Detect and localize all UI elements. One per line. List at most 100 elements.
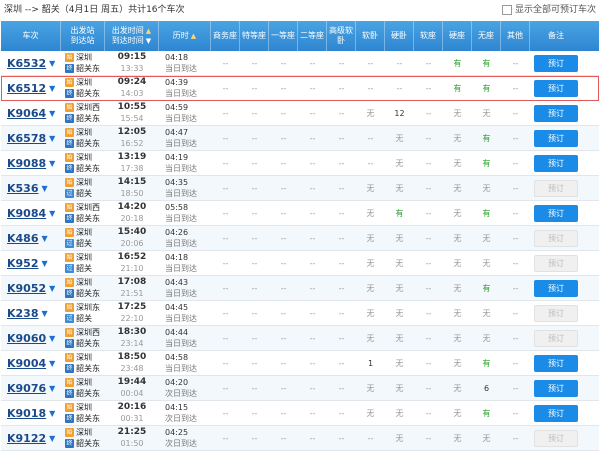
arrival-time: 21:51 xyxy=(120,289,144,298)
seat-cell: 无 xyxy=(366,333,375,343)
time-cell: 14:15 18:50 xyxy=(105,176,159,200)
seat-cell: -- xyxy=(309,433,316,443)
train-number-link[interactable]: K238 xyxy=(7,307,39,320)
seat-cell: 无 xyxy=(395,333,404,343)
chevron-down-icon[interactable]: ▼ xyxy=(42,234,48,243)
seat-cell: -- xyxy=(338,358,345,368)
seat-cell: 12 xyxy=(394,108,405,118)
chevron-down-icon[interactable]: ▼ xyxy=(49,334,55,343)
table-row[interactable]: K9018 ▼ 始 深圳 终 韶关东 20:16 00:31 04:15 次日到… xyxy=(1,401,599,426)
station-type-icon: 终 xyxy=(65,139,74,148)
train-number-link[interactable]: K536 xyxy=(7,182,39,195)
sort-down-icon[interactable]: ▼ xyxy=(146,37,151,45)
departure-time: 14:20 xyxy=(117,202,147,212)
chevron-down-icon[interactable]: ▼ xyxy=(49,59,55,68)
col-duration[interactable]: 历时 ▲ xyxy=(159,21,211,51)
table-row[interactable]: K6532 ▼ 始 深圳 终 韶关东 09:15 13:33 04:18 当日到… xyxy=(1,51,599,76)
chevron-down-icon[interactable]: ▼ xyxy=(49,284,55,293)
book-button[interactable]: 预订 xyxy=(534,404,578,422)
checkbox-icon[interactable] xyxy=(501,5,512,15)
train-number-link[interactable]: K952 xyxy=(7,257,39,270)
seat-cell: 无 xyxy=(395,133,404,143)
book-button[interactable]: 预订 xyxy=(534,129,578,147)
book-button[interactable]: 预订 xyxy=(534,204,578,222)
book-button[interactable]: 预订 xyxy=(534,54,578,72)
book-button[interactable]: 预订 xyxy=(534,229,578,247)
book-button[interactable]: 预订 xyxy=(534,429,578,447)
table-row[interactable]: K6578 ▼ 始 深圳 终 韶关东 12:05 16:52 04:47 当日到… xyxy=(1,126,599,151)
train-number-link[interactable]: K9076 xyxy=(7,382,46,395)
table-row[interactable]: K9060 ▼ 始 深圳西 终 韶关东 18:30 23:14 04:44 当日… xyxy=(1,326,599,351)
chevron-down-icon[interactable]: ▼ xyxy=(49,134,55,143)
chevron-down-icon[interactable]: ▼ xyxy=(42,259,48,268)
train-number-link[interactable]: K9064 xyxy=(7,107,46,120)
departure-station: 始 深圳 xyxy=(65,53,92,62)
chevron-down-icon[interactable]: ▼ xyxy=(49,209,55,218)
table-row[interactable]: K9088 ▼ 始 深圳 终 韶关东 13:19 17:38 04:19 当日到… xyxy=(1,151,599,176)
book-button[interactable]: 预订 xyxy=(534,79,578,97)
sort-icon[interactable]: ▲ xyxy=(191,31,196,41)
table-row[interactable]: K9064 ▼ 始 深圳西 终 韶关东 10:55 15:54 04:59 当日… xyxy=(1,101,599,126)
train-number-link[interactable]: K9084 xyxy=(7,207,46,220)
chevron-down-icon[interactable]: ▼ xyxy=(49,409,55,418)
chevron-down-icon[interactable]: ▼ xyxy=(42,184,48,193)
train-cell: K952 ▼ xyxy=(1,251,61,275)
seat-cell: -- xyxy=(280,308,287,318)
book-button[interactable]: 预订 xyxy=(534,379,578,397)
book-button[interactable]: 预订 xyxy=(534,304,578,322)
seat-cell: -- xyxy=(425,308,432,318)
train-number-link[interactable]: K9004 xyxy=(7,357,46,370)
table-row[interactable]: K9004 ▼ 始 深圳 终 韶关东 18:50 23:48 04:58 当日到… xyxy=(1,351,599,376)
sort-up-icon[interactable]: ▲ xyxy=(146,27,151,35)
chevron-down-icon[interactable]: ▼ xyxy=(49,359,55,368)
book-button[interactable]: 预订 xyxy=(534,279,578,297)
train-number-link[interactable]: K9060 xyxy=(7,332,46,345)
book-button[interactable]: 预订 xyxy=(534,354,578,372)
departure-time: 18:50 xyxy=(117,352,147,362)
duration: 04:43 xyxy=(165,278,189,287)
book-button[interactable]: 预订 xyxy=(534,104,578,122)
table-row[interactable]: K9052 ▼ 始 深圳 终 韶关东 17:08 21:51 04:43 当日到… xyxy=(1,276,599,301)
train-number-link[interactable]: K6512 xyxy=(7,82,46,95)
col-time[interactable]: 出发时间 ▲ 到达时间 ▼ xyxy=(105,21,159,51)
train-cell: K9060 ▼ xyxy=(1,326,61,350)
table-row[interactable]: K536 ▼ 始 深圳 过 韶关 14:15 18:50 04:35 当日到达 … xyxy=(1,176,599,201)
book-button[interactable]: 预订 xyxy=(534,254,578,272)
train-number-link[interactable]: K9052 xyxy=(7,282,46,295)
book-button[interactable]: 预订 xyxy=(534,179,578,197)
arrival-day: 当日到达 xyxy=(165,364,197,373)
table-row[interactable]: K486 ▼ 始 深圳 过 韶关 15:40 20:06 04:26 当日到达 … xyxy=(1,226,599,251)
departure-station: 始 深圳 xyxy=(65,403,92,412)
show-all-toggle[interactable]: 显示全部可预订车次 xyxy=(501,0,596,20)
table-row[interactable]: K238 ▼ 始 深圳东 过 韶关 17:25 22:10 04:45 当日到达… xyxy=(1,301,599,326)
chevron-down-icon[interactable]: ▼ xyxy=(49,159,55,168)
seat-cell: 无 xyxy=(366,208,375,218)
table-row[interactable]: K952 ▼ 始 深圳 过 韶关 16:52 21:10 04:18 当日到达 … xyxy=(1,251,599,276)
train-number-link[interactable]: K6532 xyxy=(7,57,46,70)
chevron-down-icon[interactable]: ▼ xyxy=(42,309,48,318)
duration: 04:44 xyxy=(165,328,189,337)
table-row[interactable]: K6512 ▼ 始 深圳 终 韶关东 09:24 14:03 04:39 当日到… xyxy=(1,76,599,101)
train-number-link[interactable]: K9122 xyxy=(7,432,46,445)
train-number-link[interactable]: K486 xyxy=(7,232,39,245)
train-number-link[interactable]: K9018 xyxy=(7,407,46,420)
seat-cell: 无 xyxy=(453,158,462,168)
book-button[interactable]: 预订 xyxy=(534,329,578,347)
table-row[interactable]: K9084 ▼ 始 深圳西 终 韶关东 14:20 20:18 05:58 当日… xyxy=(1,201,599,226)
chevron-down-icon[interactable]: ▼ xyxy=(49,84,55,93)
book-button[interactable]: 预订 xyxy=(534,154,578,172)
train-cell: K9076 ▼ xyxy=(1,376,61,400)
seat-cell: 无 xyxy=(482,233,491,243)
train-number-link[interactable]: K6578 xyxy=(7,132,46,145)
train-number-link[interactable]: K9088 xyxy=(7,157,46,170)
chevron-down-icon[interactable]: ▼ xyxy=(49,109,55,118)
duration: 04:19 xyxy=(165,153,189,162)
arrival-station: 终 韶关东 xyxy=(65,139,100,148)
duration: 04:59 xyxy=(165,103,189,112)
table-row[interactable]: K9122 ▼ 始 深圳 终 韶关东 21:25 01:50 04:25 次日到… xyxy=(1,426,599,451)
seat-cell: -- xyxy=(338,308,345,318)
chevron-down-icon[interactable]: ▼ xyxy=(49,384,55,393)
chevron-down-icon[interactable]: ▼ xyxy=(49,434,55,443)
station-cell: 始 深圳西 终 韶关东 xyxy=(61,326,105,350)
table-row[interactable]: K9076 ▼ 始 深圳 终 韶关东 19:44 00:04 04:20 次日到… xyxy=(1,376,599,401)
